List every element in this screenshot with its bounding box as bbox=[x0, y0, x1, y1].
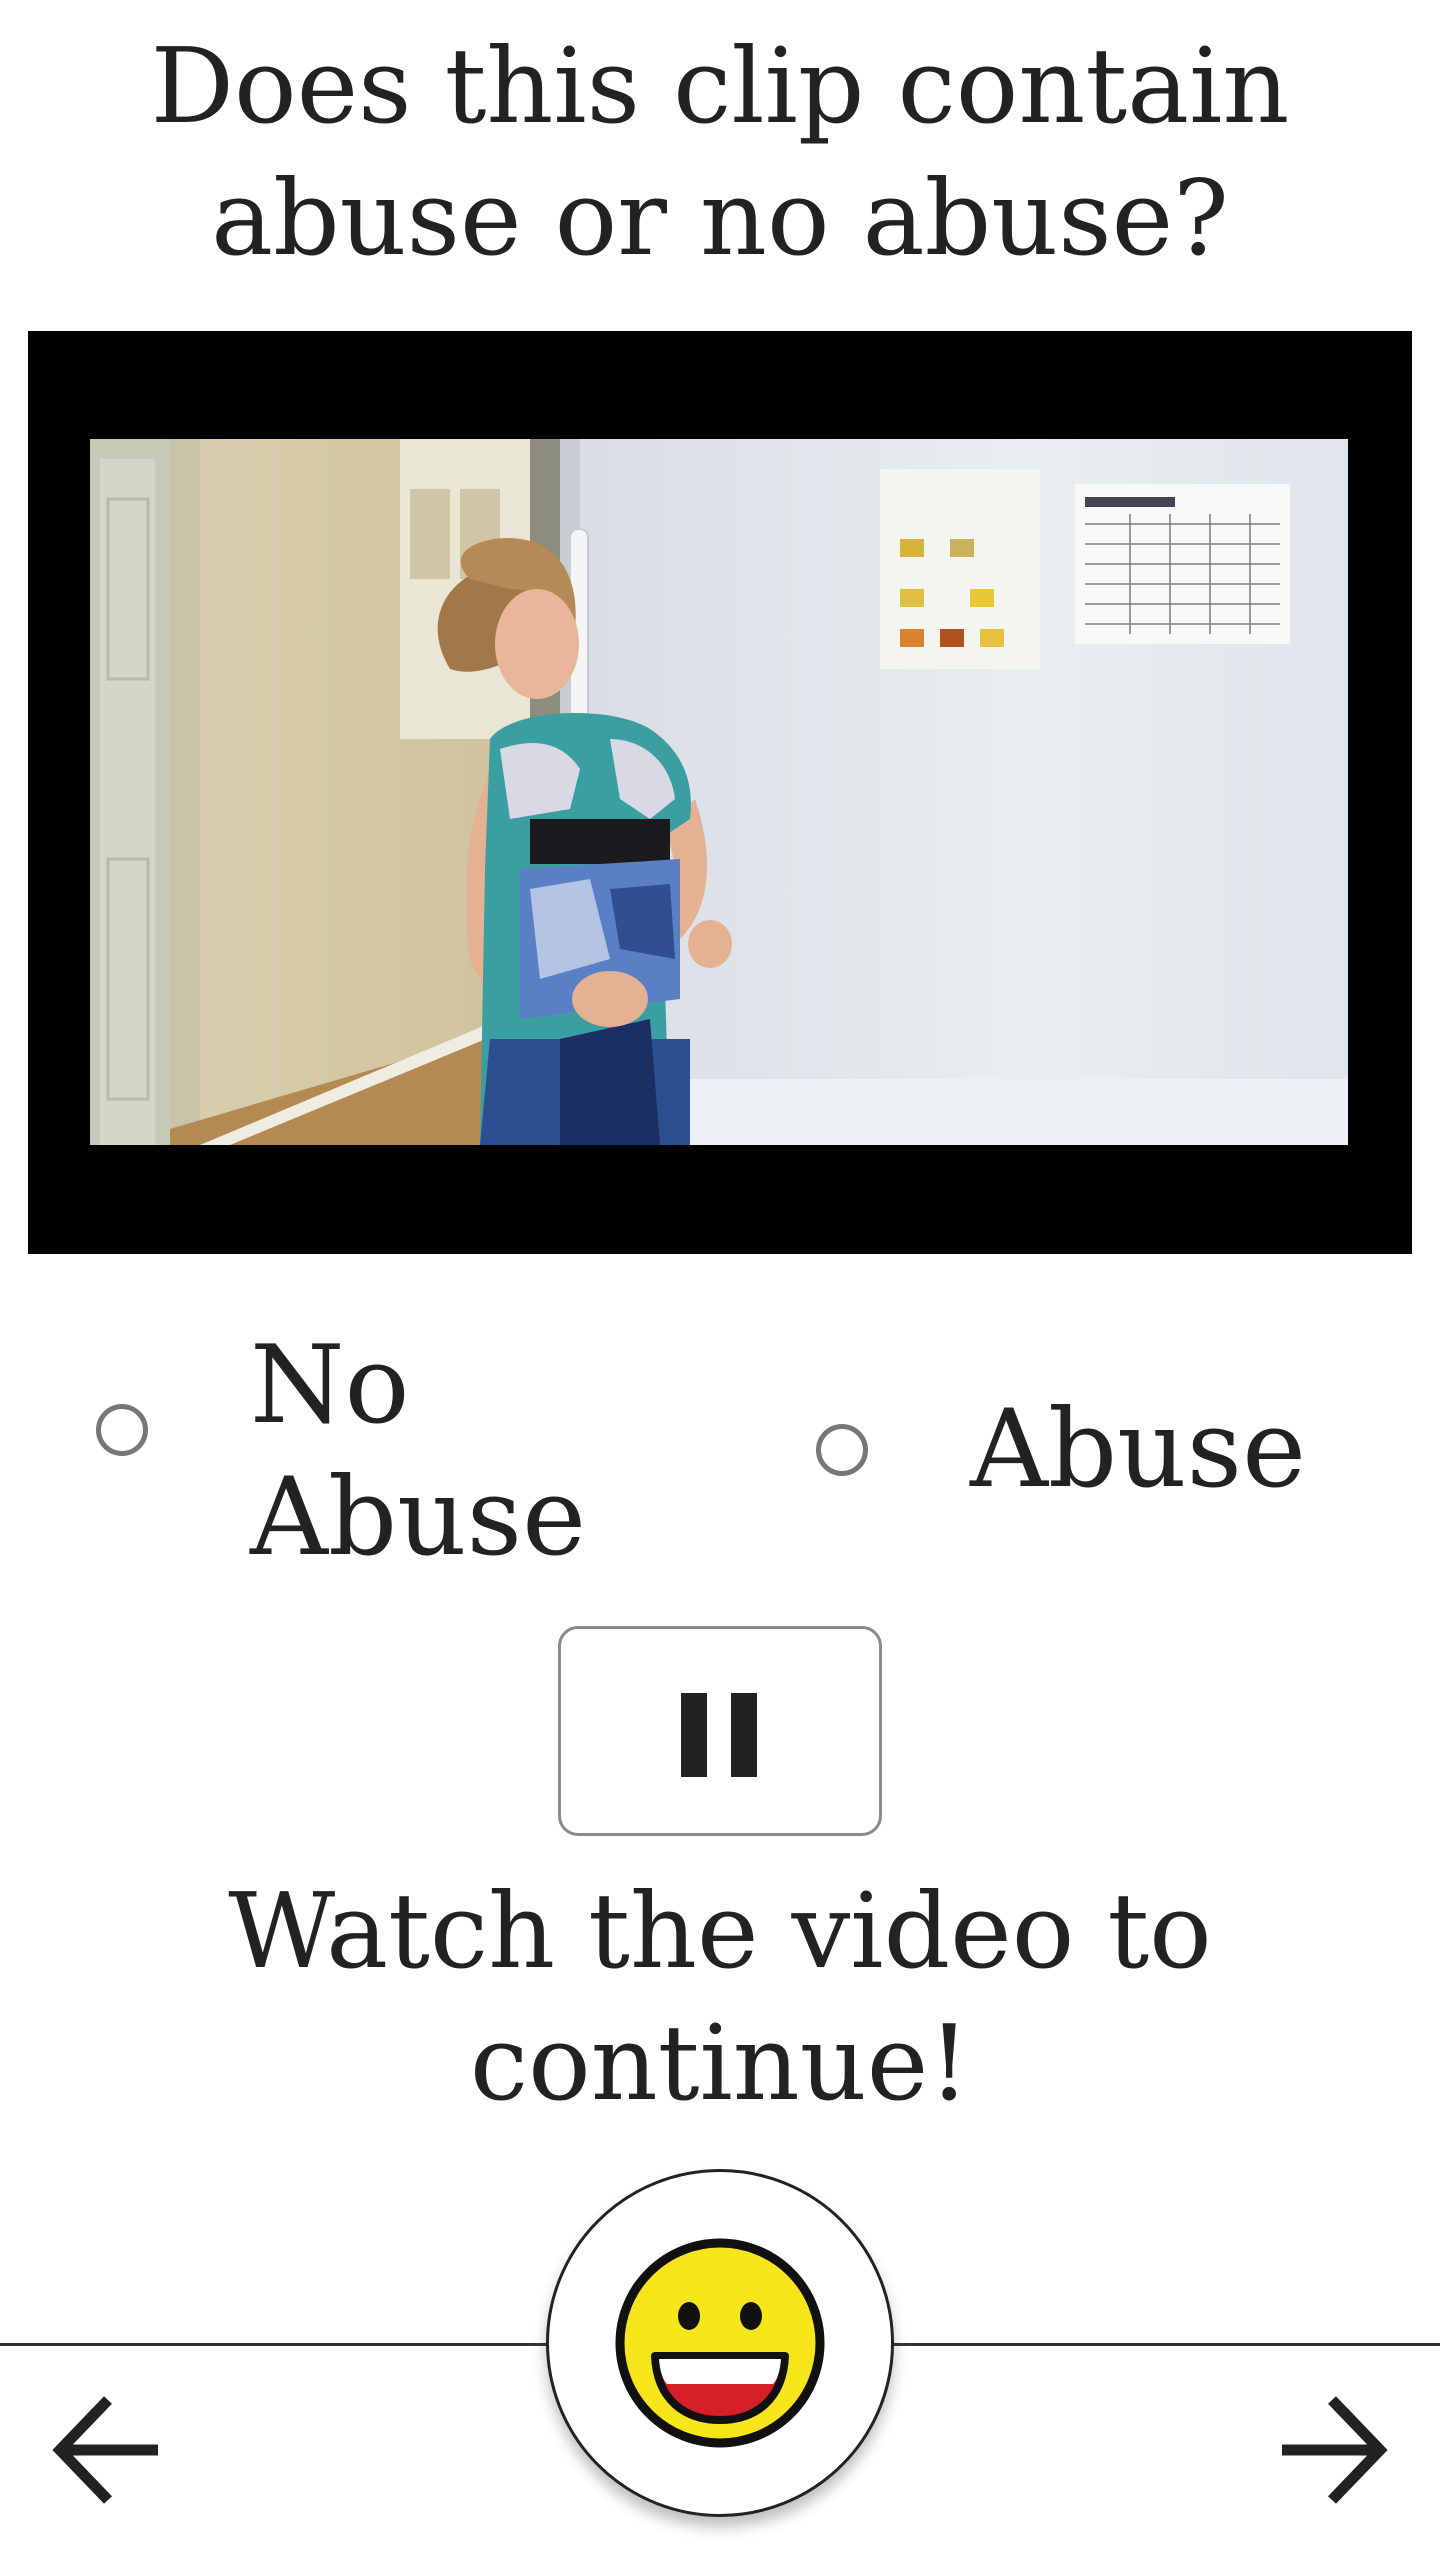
message-line-1: Watch the video to bbox=[228, 1870, 1212, 1992]
option-no-abuse-label: No Abuse bbox=[250, 1320, 586, 1584]
video-player[interactable] bbox=[28, 331, 1412, 1254]
arrow-right-icon[interactable] bbox=[1274, 2390, 1394, 2510]
option-no-abuse[interactable]: No Abuse bbox=[0, 1320, 640, 1600]
pause-button[interactable] bbox=[558, 1626, 882, 1836]
message-line-2: continue! bbox=[469, 2002, 971, 2124]
arrow-left-icon[interactable] bbox=[46, 2390, 166, 2510]
watch-video-message: Watch the video to continue! bbox=[60, 1865, 1380, 2129]
pause-icon bbox=[681, 1693, 707, 1777]
option-abuse[interactable]: Abuse bbox=[800, 1320, 1360, 1600]
option-no-abuse-line-2: Abuse bbox=[250, 1455, 587, 1580]
video-frame-image bbox=[90, 439, 1348, 1145]
radio-abuse[interactable] bbox=[816, 1424, 868, 1476]
option-no-abuse-line-1: No bbox=[250, 1323, 410, 1448]
option-abuse-label: Abuse bbox=[970, 1387, 1307, 1512]
pause-icon-bar-2 bbox=[731, 1693, 757, 1777]
emoji-button[interactable] bbox=[546, 2169, 894, 2517]
question-heading: Does this clip contain abuse or no abuse… bbox=[60, 20, 1380, 284]
question-line-2: abuse or no abuse? bbox=[211, 157, 1229, 279]
question-line-1: Does this clip contain bbox=[150, 25, 1290, 147]
grinning-face-icon bbox=[615, 2238, 825, 2448]
radio-no-abuse[interactable] bbox=[96, 1404, 148, 1456]
